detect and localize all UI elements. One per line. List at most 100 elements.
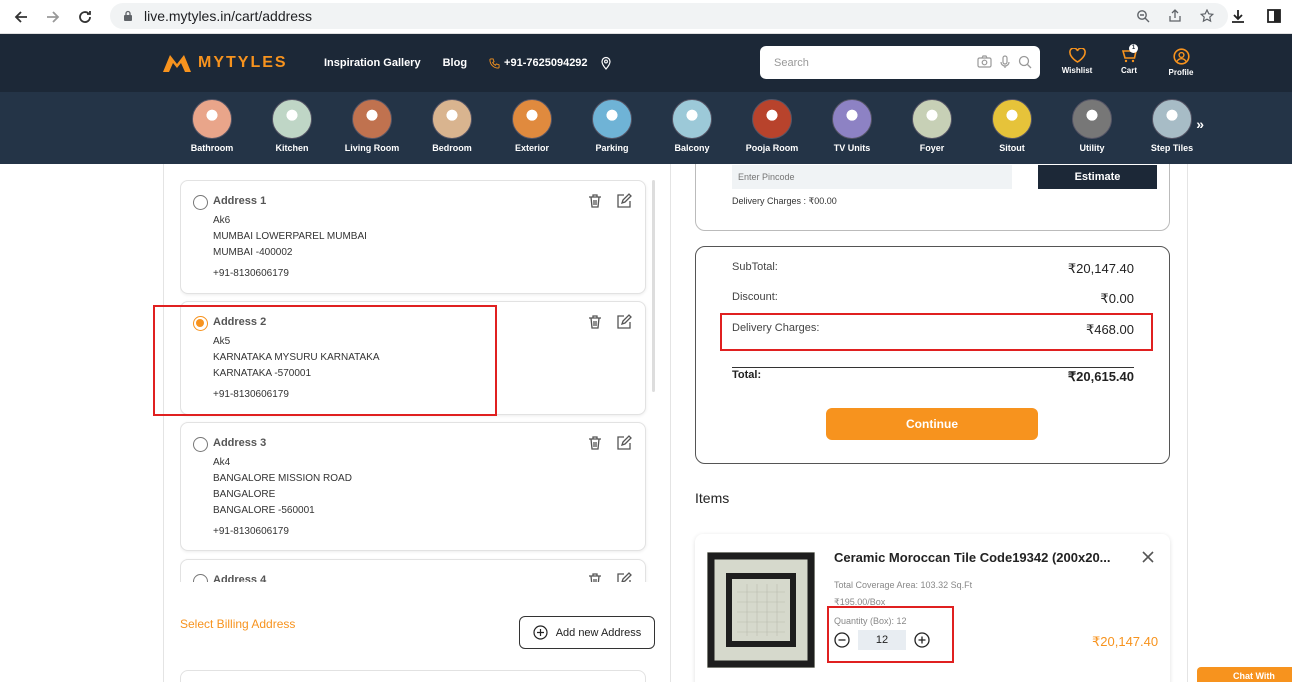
nav-inspiration-gallery[interactable]: Inspiration Gallery bbox=[324, 57, 421, 69]
address-bar[interactable]: live.mytyles.in/cart/address bbox=[110, 3, 1228, 29]
camera-icon[interactable] bbox=[977, 55, 992, 68]
continue-button[interactable]: Continue bbox=[826, 408, 1038, 440]
remove-item-icon[interactable] bbox=[1141, 550, 1155, 564]
phone-link[interactable]: +91-7625094292 bbox=[489, 56, 612, 70]
cart-button[interactable]: 1 Cart bbox=[1116, 44, 1142, 77]
category-thumbnail bbox=[1072, 99, 1112, 139]
address-line: BANGALORE -560001 bbox=[213, 505, 315, 516]
category-pooja-room[interactable]: Pooja Room bbox=[732, 99, 812, 153]
plus-circle-icon bbox=[533, 625, 548, 640]
discount-value: ₹0.00 bbox=[1100, 291, 1134, 306]
add-new-address-button[interactable]: Add new Address bbox=[519, 616, 655, 649]
delete-icon[interactable] bbox=[587, 193, 603, 209]
category-thumbnail bbox=[752, 99, 792, 139]
lock-icon bbox=[124, 10, 132, 21]
category-foyer[interactable]: Foyer bbox=[892, 99, 972, 153]
address-radio-3[interactable] bbox=[193, 437, 208, 452]
search-box bbox=[760, 46, 1040, 79]
discount-row: Discount: ₹0.00 bbox=[732, 291, 1134, 307]
edit-icon[interactable] bbox=[616, 314, 632, 330]
bookmark-star-icon[interactable] bbox=[1198, 7, 1216, 25]
category-label: Foyer bbox=[919, 143, 945, 153]
address-line: MUMBAI LOWERPAREL MUMBAI bbox=[213, 231, 367, 242]
search-icon[interactable] bbox=[1018, 55, 1032, 69]
delivery-estimate-box: Estimate Delivery Charges : ₹00.00 bbox=[695, 164, 1170, 231]
estimate-button[interactable]: Estimate bbox=[1038, 165, 1157, 189]
category-label: TV Units bbox=[833, 143, 871, 153]
price-summary-box: SubTotal: ₹20,147.40 Discount: ₹0.00 Del… bbox=[695, 246, 1170, 464]
category-thumbnail bbox=[1152, 99, 1192, 139]
billing-address-card[interactable] bbox=[180, 670, 646, 682]
category-parking[interactable]: Parking bbox=[572, 99, 652, 153]
edit-icon[interactable] bbox=[616, 435, 632, 451]
reload-icon[interactable] bbox=[74, 6, 96, 28]
category-sitout[interactable]: Sitout bbox=[972, 99, 1052, 153]
billing-address-label: Select Billing Address bbox=[180, 617, 296, 631]
highlight-delivery-charges bbox=[720, 313, 1153, 351]
back-icon[interactable] bbox=[10, 6, 32, 28]
category-thumbnail bbox=[992, 99, 1032, 139]
order-summary-panel: Estimate Delivery Charges : ₹00.00 SubTo… bbox=[672, 164, 1188, 682]
url-text: live.mytyles.in/cart/address bbox=[144, 8, 313, 24]
edit-icon[interactable] bbox=[616, 193, 632, 209]
address-line: BANGALORE MISSION ROAD bbox=[213, 473, 352, 484]
category-tv-units[interactable]: TV Units bbox=[812, 99, 892, 153]
location-pin-icon[interactable] bbox=[600, 56, 612, 70]
category-bedroom[interactable]: Bedroom bbox=[412, 99, 492, 153]
highlight-quantity bbox=[827, 606, 954, 663]
forward-icon[interactable] bbox=[42, 6, 64, 28]
microphone-icon[interactable] bbox=[1000, 55, 1010, 69]
tile-product-image[interactable] bbox=[707, 552, 815, 668]
category-thumbnail bbox=[912, 99, 952, 139]
category-utility[interactable]: Utility bbox=[1052, 99, 1132, 153]
delete-icon[interactable] bbox=[587, 314, 603, 330]
address-card-3[interactable]: Address 3 Ak4 BANGALORE MISSION ROAD BAN… bbox=[180, 422, 646, 551]
sidebar-toggle-icon[interactable] bbox=[1264, 6, 1284, 26]
item-name[interactable]: Ceramic Moroccan Tile Code19342 (200x20.… bbox=[834, 550, 1111, 565]
category-label: Step Tiles bbox=[1150, 143, 1194, 153]
shipping-address-panel: Address 1 Ak6 MUMBAI LOWERPAREL MUMBAI M… bbox=[163, 164, 671, 682]
nav-blog[interactable]: Blog bbox=[443, 57, 467, 69]
category-kitchen[interactable]: Kitchen bbox=[252, 99, 332, 153]
edit-icon[interactable] bbox=[616, 572, 632, 582]
category-label: Balcony bbox=[674, 143, 710, 153]
profile-button[interactable]: Profile bbox=[1168, 48, 1194, 77]
category-label: Parking bbox=[595, 143, 629, 153]
site-logo[interactable]: MYTYLES bbox=[162, 53, 288, 73]
summary-divider bbox=[732, 367, 1134, 368]
category-balcony[interactable]: Balcony bbox=[652, 99, 732, 153]
delete-icon[interactable] bbox=[587, 572, 603, 582]
address-phone: +91-8130606179 bbox=[213, 268, 289, 279]
delete-icon[interactable] bbox=[587, 435, 603, 451]
logo-mark-icon bbox=[163, 55, 191, 72]
category-label: Utility bbox=[1079, 143, 1105, 153]
browser-toolbar: live.mytyles.in/cart/address bbox=[0, 0, 1292, 34]
checkout-content: Address 1 Ak6 MUMBAI LOWERPAREL MUMBAI M… bbox=[0, 164, 1292, 682]
address-radio-4[interactable] bbox=[193, 574, 208, 582]
wishlist-label: Wishlist bbox=[1061, 66, 1093, 75]
phone-number: +91-7625094292 bbox=[504, 57, 588, 69]
address-radio-1[interactable] bbox=[193, 195, 208, 210]
more-categories-arrow[interactable]: » bbox=[1196, 116, 1204, 132]
chat-widget-button[interactable]: Chat With bbox=[1197, 667, 1292, 682]
address-title: Address 3 bbox=[213, 437, 267, 449]
category-label: Sitout bbox=[999, 143, 1025, 153]
estimate-delivery-text: Delivery Charges : ₹00.00 bbox=[732, 196, 837, 207]
address-card-4[interactable]: Address 4 bbox=[180, 559, 646, 582]
category-thumbnail bbox=[592, 99, 632, 139]
search-input[interactable] bbox=[774, 56, 954, 69]
pincode-input[interactable] bbox=[732, 165, 1012, 189]
zoom-icon[interactable] bbox=[1134, 7, 1152, 25]
address-card-1[interactable]: Address 1 Ak6 MUMBAI LOWERPAREL MUMBAI M… bbox=[180, 180, 646, 294]
discount-label: Discount: bbox=[732, 291, 778, 303]
share-icon[interactable] bbox=[1166, 7, 1184, 25]
category-exterior[interactable]: Exterior bbox=[492, 99, 572, 153]
wishlist-button[interactable]: Wishlist bbox=[1061, 48, 1093, 77]
site-header: MYTYLES Inspiration Gallery Blog +91-762… bbox=[0, 34, 1292, 92]
download-icon[interactable] bbox=[1228, 6, 1248, 26]
category-living-room[interactable]: Living Room bbox=[332, 99, 412, 153]
category-thumbnail bbox=[672, 99, 712, 139]
category-bathroom[interactable]: Bathroom bbox=[172, 99, 252, 153]
profile-label: Profile bbox=[1168, 68, 1194, 77]
address-list-scrollbar[interactable] bbox=[652, 180, 655, 392]
